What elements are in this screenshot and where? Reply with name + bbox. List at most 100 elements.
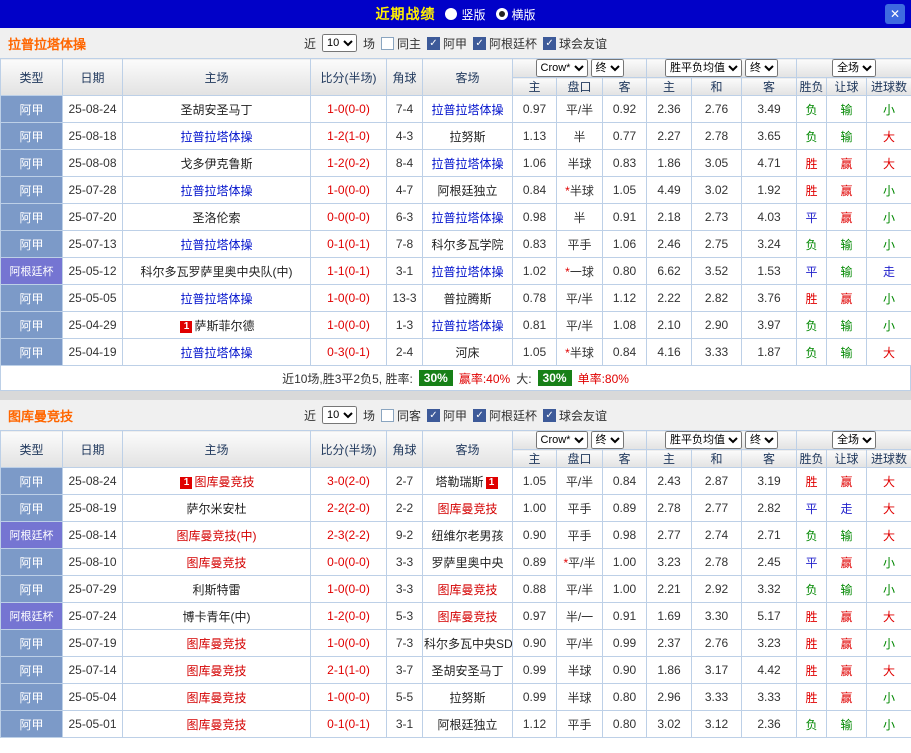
score-cell[interactable]: 1-2(0-0): [310, 602, 387, 630]
score-cell[interactable]: 0-3(0-1): [310, 338, 387, 366]
match-row: 阿甲 25-05-05 拉普拉塔体操 1-0(0-0) 13-3 普拉腾斯 0.78 平/半 1…: [0, 284, 911, 312]
away-team-link[interactable]: 阿根廷独立: [437, 184, 497, 198]
home-team-link[interactable]: 拉普拉塔体操: [180, 130, 252, 144]
away-team-link[interactable]: 阿根廷独立: [437, 718, 497, 732]
away-team-link[interactable]: 拉普拉塔体操: [431, 265, 503, 279]
home-team-link[interactable]: 图库曼竞技: [186, 718, 246, 732]
home-team-link[interactable]: 拉普拉塔体操: [180, 346, 252, 360]
score-cell[interactable]: 3-0(2-0): [310, 467, 387, 495]
away-team-link[interactable]: 拉努斯: [449, 691, 485, 705]
checkbox-checked-icon: [427, 408, 440, 422]
scope-select[interactable]: 全场: [832, 59, 877, 77]
home-team-link[interactable]: 科尔多瓦罗萨里奥中央队(中): [141, 265, 293, 279]
away-cell: 图库曼竞技: [422, 602, 513, 630]
score-cell[interactable]: 1-2(1-0): [310, 122, 387, 150]
date-cell: 25-05-05: [62, 284, 123, 312]
layout-radio-vertical[interactable]: 竖版: [445, 6, 486, 23]
score-cell[interactable]: 0-1(0-1): [310, 230, 387, 258]
home-team-link[interactable]: 萨斯菲尔德: [194, 319, 254, 333]
home-team-link[interactable]: 拉普拉塔体操: [180, 238, 252, 252]
away-team-link[interactable]: 图库曼竞技: [437, 583, 497, 597]
avg-time-select[interactable]: 终: [745, 431, 779, 449]
odds-company-select[interactable]: Crow*: [535, 431, 588, 449]
away-team-link[interactable]: 拉普拉塔体操: [431, 319, 503, 333]
away-team-link[interactable]: 拉普拉塔体操: [431, 157, 503, 171]
score-cell[interactable]: 2-1(1-0): [310, 656, 387, 684]
home-team-link[interactable]: 博卡青年(中): [183, 610, 251, 624]
odds-time-select[interactable]: 终: [590, 431, 624, 449]
home-team-link[interactable]: 圣胡安圣马丁: [180, 103, 252, 117]
home-team-link[interactable]: 图库曼竞技: [186, 664, 246, 678]
score-cell[interactable]: 1-1(0-1): [310, 257, 387, 285]
match-row: 阿甲 25-07-29 利斯特雷 1-0(0-0) 3-3 图库曼竞技 0.88 平/半 1.0…: [0, 575, 911, 603]
score-cell[interactable]: 2-3(2-2): [310, 521, 387, 549]
odds-time-select[interactable]: 终: [590, 59, 624, 77]
league-checkbox-friendly[interactable]: 球会友谊: [543, 35, 607, 52]
same-venue-checkbox[interactable]: 同客: [380, 407, 421, 424]
score-cell[interactable]: 1-0(0-0): [310, 629, 387, 657]
avg-type-select[interactable]: 胜平负均值: [665, 431, 743, 449]
league-checkbox-primera[interactable]: 阿甲: [427, 407, 467, 424]
home-team-link[interactable]: 圣洛伦索: [192, 211, 240, 225]
avg-away-cell: 5.17: [741, 602, 798, 630]
odds-company-select[interactable]: Crow*: [535, 59, 588, 77]
score-cell[interactable]: 1-2(0-2): [310, 149, 387, 177]
home-team-link[interactable]: 图库曼竞技: [186, 556, 246, 570]
home-team-link[interactable]: 拉普拉塔体操: [180, 184, 252, 198]
home-team-link[interactable]: 利斯特雷: [192, 583, 240, 597]
away-team-link[interactable]: 图库曼竞技: [437, 610, 497, 624]
recent-count-select[interactable]: 10: [321, 406, 357, 424]
away-team-link[interactable]: 拉普拉塔体操: [431, 211, 503, 225]
score-cell[interactable]: 1-0(0-0): [310, 311, 387, 339]
away-team-link[interactable]: 圣胡安圣马丁: [431, 664, 503, 678]
away-team-link[interactable]: 罗萨里奥中央: [431, 556, 503, 570]
date-cell: 25-07-13: [62, 230, 123, 258]
section-divider: [0, 391, 911, 400]
away-team-link[interactable]: 塔勒瑞斯: [435, 475, 483, 489]
score-cell[interactable]: 0-1(0-1): [310, 710, 387, 738]
score-cell[interactable]: 0-0(0-0): [310, 548, 387, 576]
score-cell[interactable]: 1-0(0-0): [310, 575, 387, 603]
league-type-cell: 阿甲: [0, 494, 63, 522]
same-venue-checkbox[interactable]: 同主: [380, 35, 421, 52]
away-cell: 科尔多瓦中央SDE: [422, 629, 513, 657]
home-team-link[interactable]: 图库曼竞技: [186, 637, 246, 651]
away-team-link[interactable]: 河床: [455, 346, 479, 360]
layout-radio-horizontal[interactable]: 横版: [495, 6, 536, 23]
away-team-link[interactable]: 图库曼竞技: [437, 502, 497, 516]
away-team-link[interactable]: 科尔多瓦中央SDE: [424, 637, 512, 651]
home-team-link[interactable]: 萨尔米安杜: [186, 502, 246, 516]
league-checkbox-copa[interactable]: 阿根廷杯: [473, 407, 537, 424]
recent-count-select[interactable]: 10: [321, 34, 357, 52]
away-team-link[interactable]: 科尔多瓦学院: [431, 238, 503, 252]
home-team-link[interactable]: 图库曼竞技: [194, 475, 254, 489]
league-checkbox-primera[interactable]: 阿甲: [427, 35, 467, 52]
away-team-link[interactable]: 普拉腾斯: [443, 292, 491, 306]
score-cell[interactable]: 1-0(0-0): [310, 95, 387, 123]
avg-draw-cell: 2.76: [691, 95, 743, 123]
avg-home-cell: 1.86: [646, 656, 693, 684]
score-cell[interactable]: 2-2(2-0): [310, 494, 387, 522]
league-checkbox-friendly[interactable]: 球会友谊: [543, 407, 607, 424]
away-team-link[interactable]: 纽维尔老男孩: [431, 529, 503, 543]
away-team-link[interactable]: 拉普拉塔体操: [431, 103, 503, 117]
home-team-link[interactable]: 拉普拉塔体操: [180, 292, 252, 306]
score-cell[interactable]: 1-0(0-0): [310, 284, 387, 312]
away-cell: 图库曼竞技: [422, 494, 513, 522]
date-cell: 25-07-19: [62, 629, 123, 657]
score-cell[interactable]: 1-0(0-0): [310, 176, 387, 204]
league-checkbox-copa[interactable]: 阿根廷杯: [473, 35, 537, 52]
home-team-link[interactable]: 图库曼竞技: [186, 691, 246, 705]
result-goals-cell: 小: [866, 311, 911, 339]
score-cell[interactable]: 0-0(0-0): [310, 203, 387, 231]
scope-select[interactable]: 全场: [832, 431, 877, 449]
close-button[interactable]: ✕: [885, 4, 905, 24]
over-rate-badge: 30%: [537, 370, 572, 386]
avg-time-select[interactable]: 终: [745, 59, 779, 77]
home-team-link[interactable]: 戈多伊克鲁斯: [180, 157, 252, 171]
score-cell[interactable]: 1-0(0-0): [310, 683, 387, 711]
home-team-link[interactable]: 图库曼竞技(中): [177, 529, 257, 543]
avg-type-select[interactable]: 胜平负均值: [665, 59, 743, 77]
away-team-link[interactable]: 拉努斯: [449, 130, 485, 144]
checkbox-label: 阿根廷杯: [489, 408, 538, 423]
